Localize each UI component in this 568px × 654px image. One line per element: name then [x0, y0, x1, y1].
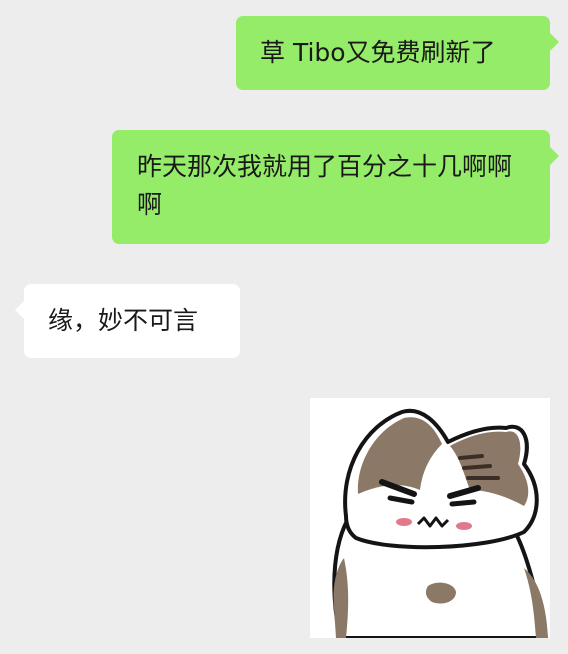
message-bubble-sent[interactable]: 昨天那次我就用了百分之十几啊啊啊 [112, 130, 559, 244]
cat-sticker-image [332, 408, 548, 638]
message-bubble-sent[interactable]: 草 Tibo又免费刷新了 [236, 16, 559, 90]
bubble-tail [550, 147, 559, 165]
bubble-tail [15, 301, 24, 319]
message-text: 草 Tibo又免费刷新了 [260, 38, 496, 67]
message-text: 昨天那次我就用了百分之十几啊啊啊 [137, 152, 513, 219]
message-text: 缘，妙不可言 [48, 306, 199, 335]
message-bubble-received[interactable]: 缘，妙不可言 [15, 284, 240, 358]
bubble-tail [550, 33, 559, 51]
cat-sticker[interactable] [310, 398, 550, 638]
